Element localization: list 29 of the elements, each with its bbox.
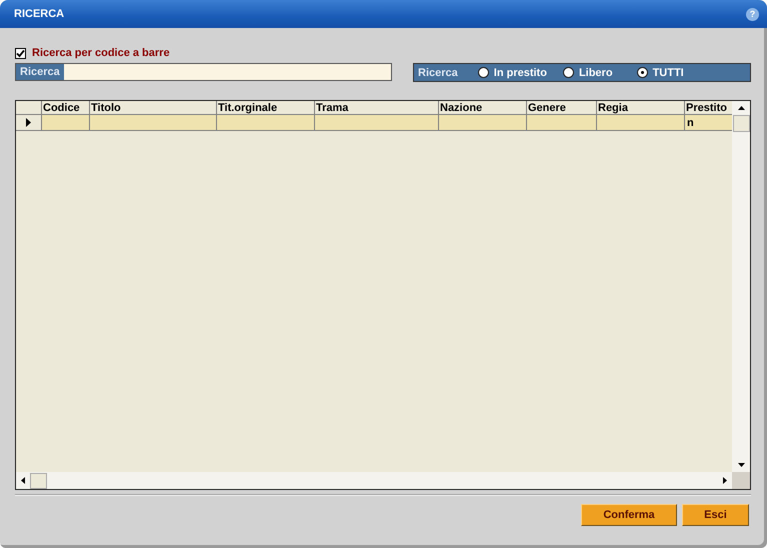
current-row-icon (26, 118, 31, 127)
horizontal-scrollbar[interactable] (16, 472, 732, 489)
column-header[interactable]: Prestito (685, 101, 732, 115)
search-label: Ricerca (16, 64, 64, 80)
column-header[interactable]: Genere (527, 101, 597, 115)
row-indicator[interactable] (16, 115, 42, 131)
scroll-thumb[interactable] (30, 472, 47, 488)
scrollbar-corner (732, 472, 750, 489)
filter-label: Ricerca (418, 66, 458, 78)
window-title: RICERCA (14, 8, 64, 20)
column-header[interactable]: Trama (315, 101, 439, 115)
exit-button[interactable]: Esci (682, 504, 749, 526)
table-cell (527, 115, 597, 131)
radio-option[interactable]: TUTTI (636, 66, 684, 78)
search-field[interactable]: Ricerca (15, 63, 392, 81)
column-header[interactable]: Tit.orginale (217, 101, 315, 115)
scroll-thumb[interactable] (732, 115, 750, 132)
confirm-button[interactable]: Conferma (581, 504, 677, 526)
radio-option[interactable]: Libero (562, 66, 613, 78)
vertical-scrollbar[interactable] (732, 101, 750, 472)
checkbox-label: Ricerca per codice a barre (32, 47, 170, 59)
radio-option[interactable]: In prestito (478, 66, 547, 78)
column-header[interactable]: Titolo (90, 101, 217, 115)
table-cell: n (685, 115, 732, 131)
checkbox[interactable] (15, 48, 26, 58)
column-header[interactable]: Codice (42, 101, 90, 115)
column-header[interactable]: Regia (597, 101, 685, 115)
column-header[interactable]: Nazione (439, 101, 527, 115)
table-cell (42, 115, 90, 131)
